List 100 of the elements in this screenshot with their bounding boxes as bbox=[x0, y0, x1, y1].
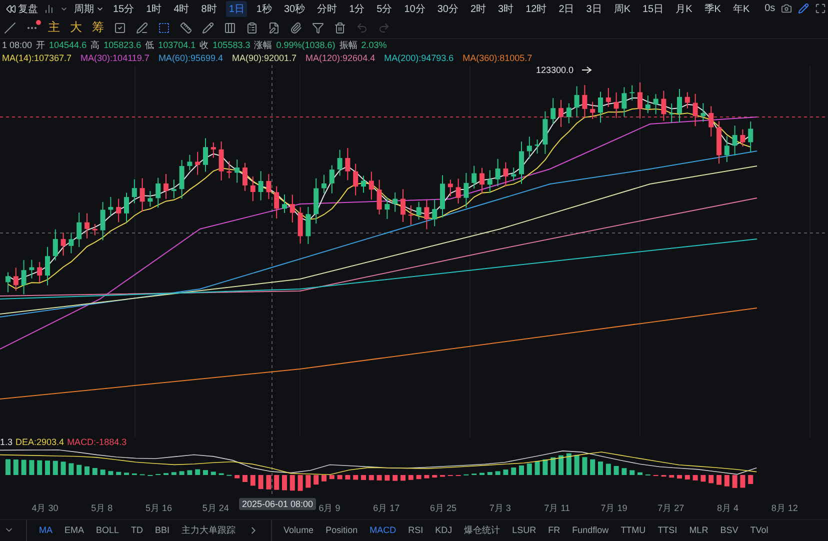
period-tab[interactable]: 1秒 bbox=[253, 0, 275, 17]
ma-legend-item: MA(200):94793.6 bbox=[384, 53, 454, 64]
bar-chart-icon[interactable] bbox=[44, 4, 54, 14]
ma-legend-item: MA(120):92604.4 bbox=[306, 53, 376, 64]
date-axis-label: 5月 8 bbox=[91, 502, 113, 515]
date-axis-label: 6月 17 bbox=[373, 502, 400, 515]
ma-legend-item: MA(14):107367.7 bbox=[2, 53, 72, 64]
period-dropdown[interactable]: 周期 bbox=[74, 2, 104, 16]
line-tool-icon[interactable] bbox=[4, 22, 16, 34]
indicator-tab[interactable]: BOLL bbox=[96, 525, 120, 536]
ma-legend-item: MA(360):81005.7 bbox=[462, 53, 532, 64]
period-tab[interactable]: 5分 bbox=[374, 0, 396, 17]
ohlc-label: 收 bbox=[200, 38, 209, 52]
date-axis-label: 5月 24 bbox=[202, 502, 229, 515]
date-axis-label: 8月 12 bbox=[771, 502, 798, 515]
indicator-tab[interactable]: BSV bbox=[720, 525, 738, 536]
ohlc-label: 开 bbox=[36, 38, 46, 52]
indicator-tab[interactable]: TTSI bbox=[658, 525, 678, 536]
columns-icon[interactable] bbox=[224, 22, 236, 34]
period-tab[interactable]: 30分 bbox=[434, 0, 462, 17]
period-tab[interactable]: 4时 bbox=[170, 0, 192, 17]
period-tab[interactable]: 10分 bbox=[401, 0, 428, 17]
indicator-tab[interactable]: Volume bbox=[284, 525, 314, 536]
indicator-tab[interactable]: 爆仓统计 bbox=[464, 524, 500, 537]
indicator-tab[interactable]: 主力大单跟踪 bbox=[182, 524, 236, 537]
ma-legend-item: MA(30):104119.7 bbox=[80, 53, 150, 64]
indicator-tab[interactable]: MLR bbox=[689, 525, 708, 536]
date-axis-label: 7月 19 bbox=[600, 502, 628, 515]
pencil-icon[interactable] bbox=[202, 22, 214, 34]
date-axis-label: 6月 9 bbox=[318, 502, 340, 515]
pen-icon[interactable] bbox=[136, 22, 148, 34]
quick-button[interactable]: 主 bbox=[48, 19, 60, 36]
ohlc-label: 涨幅 bbox=[254, 38, 272, 52]
period-tab[interactable]: 2时 bbox=[467, 0, 489, 17]
ohlc-value: 105583.3 bbox=[212, 40, 250, 50]
date-axis-label: 4月 30 bbox=[32, 502, 58, 515]
period-tab[interactable]: 1时 bbox=[143, 0, 165, 17]
date-axis-label: 6月 25 bbox=[430, 502, 457, 515]
period-tab[interactable]: 3时 bbox=[495, 0, 517, 17]
indicator-tab[interactable]: MACD bbox=[370, 525, 396, 536]
indicator-tab[interactable]: Fundflow bbox=[572, 525, 609, 536]
period-tab[interactable]: 8时 bbox=[198, 0, 220, 17]
period-tab[interactable]: 分时 bbox=[314, 0, 340, 17]
period-tab[interactable]: 15分 bbox=[110, 0, 138, 17]
ma-legend-item: MA(90):92001.7 bbox=[232, 53, 297, 64]
indicator-tab[interactable]: FR bbox=[548, 525, 560, 536]
indicator-tab[interactable]: RSI bbox=[408, 525, 424, 536]
period-tab[interactable]: 15日 bbox=[639, 0, 667, 17]
fullscreen-icon[interactable] bbox=[815, 3, 826, 14]
ohlc-value: 0.99%(1038.6) bbox=[276, 40, 336, 50]
date-axis-label: 8月 4 bbox=[717, 502, 739, 515]
indicator-tab[interactable]: Position bbox=[326, 525, 358, 536]
period-tab[interactable]: 3日 bbox=[583, 0, 605, 17]
indicator-tab[interactable]: TTMU bbox=[620, 525, 646, 536]
ohlc-label: 高 bbox=[90, 38, 100, 52]
paperclip-icon[interactable] bbox=[290, 22, 302, 34]
pencil-icon[interactable] bbox=[798, 3, 810, 14]
arrow-icon bbox=[582, 66, 592, 74]
ruler-icon[interactable] bbox=[180, 22, 192, 34]
indicator-tab[interactable]: BBI bbox=[155, 525, 170, 536]
filter-icon[interactable] bbox=[312, 22, 324, 34]
indicator-tab[interactable]: MA bbox=[39, 525, 52, 536]
replay-button[interactable]: 复盘 bbox=[6, 2, 38, 16]
period-tab[interactable]: 年K bbox=[730, 0, 753, 17]
high-price-marker: 123300.0 bbox=[536, 64, 574, 75]
indicator-tab[interactable]: EMA bbox=[64, 525, 84, 536]
trash-icon[interactable] bbox=[334, 22, 346, 34]
indicator-tab[interactable]: LSUR bbox=[512, 525, 536, 536]
period-tab[interactable]: 12时 bbox=[522, 0, 550, 17]
period-tab[interactable]: 1日 bbox=[226, 0, 248, 17]
period-tab[interactable]: 2日 bbox=[556, 0, 578, 17]
rewind-icon bbox=[6, 4, 16, 14]
quick-button[interactable]: 筹 bbox=[92, 19, 104, 36]
ohlc-value: 104544.6 bbox=[49, 40, 87, 50]
date-axis-label: 7月 3 bbox=[489, 502, 511, 515]
period-tab[interactable]: 周K bbox=[610, 0, 634, 17]
indicator-tab[interactable]: KDJ bbox=[435, 525, 452, 536]
ohlc-value: 2.03% bbox=[361, 40, 387, 50]
ohlc-label: 振幅 bbox=[339, 38, 358, 52]
candle-time: 1 08:00 bbox=[2, 40, 32, 50]
date-axis-label: 5月 16 bbox=[146, 502, 172, 515]
period-tab[interactable]: 30秒 bbox=[280, 0, 308, 17]
note-edit-icon[interactable] bbox=[268, 22, 280, 34]
ohlc-label: 低 bbox=[145, 38, 154, 52]
ohlc-value: 105823.6 bbox=[104, 40, 142, 50]
period-tab[interactable]: 季K bbox=[701, 0, 724, 17]
indicator-tab[interactable]: TD bbox=[131, 525, 144, 536]
clipboard-icon[interactable] bbox=[246, 22, 258, 34]
crosshair-time-label: 2025-06-01 08:00 bbox=[239, 498, 316, 510]
date-axis-label: 7月 27 bbox=[658, 502, 684, 515]
camera-icon[interactable] bbox=[781, 3, 792, 14]
countdown-text: 0s bbox=[764, 3, 776, 14]
quick-button[interactable]: 大 bbox=[70, 19, 82, 36]
checkbox-icon[interactable] bbox=[114, 22, 126, 34]
ohlc-value: 103704.1 bbox=[158, 40, 196, 50]
period-tab[interactable]: 月K bbox=[672, 0, 696, 17]
ma-legend-item: MA(60):95699.4 bbox=[158, 53, 223, 64]
indicator-tab[interactable]: TVol bbox=[750, 525, 768, 536]
period-tab[interactable]: 1分 bbox=[346, 0, 368, 17]
box-select-icon[interactable] bbox=[158, 22, 170, 34]
